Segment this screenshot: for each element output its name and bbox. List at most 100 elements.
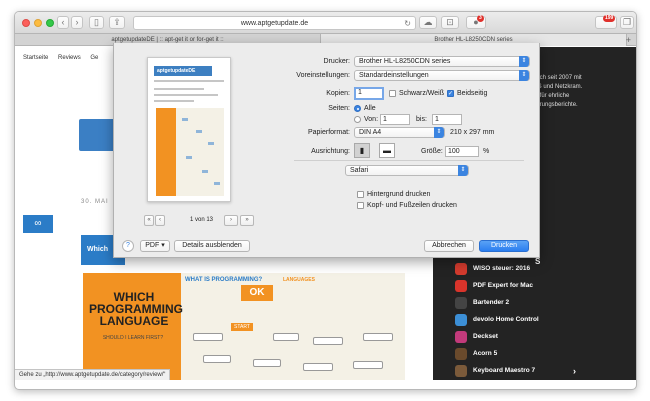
presets-select[interactable]: Standardeinstellungen ⇕	[354, 70, 530, 81]
print-button[interactable]: Drucken	[479, 240, 529, 252]
app-item-pdf-expert[interactable]: PDF Expert for Mac	[455, 280, 539, 297]
flow-node	[273, 333, 299, 341]
close-window-button[interactable]	[22, 19, 30, 27]
page-indicator: 1 von 13	[190, 217, 214, 223]
previous-page-button[interactable]: ‹	[155, 215, 165, 226]
separator	[294, 160, 524, 161]
flow-node	[193, 333, 223, 341]
preview-orange	[156, 108, 176, 196]
about-text: E] auch seit 2007 mit OS und Netzkram. d…	[533, 65, 633, 110]
portrait-button[interactable]: ▮	[354, 143, 370, 158]
app-section-select[interactable]: Safari ⇕	[345, 165, 469, 176]
downloads-button[interactable]: ⊡	[441, 16, 459, 29]
headers-checkbox[interactable]	[357, 202, 364, 209]
preview-infographic	[156, 108, 224, 196]
duplex-checkbox[interactable]: ✓	[447, 90, 454, 97]
address-text: www.aptgetupdate.de	[240, 20, 309, 27]
new-tab-button[interactable]: +	[626, 34, 631, 46]
preview-dot	[202, 170, 208, 173]
pages-from-field[interactable]: 1	[380, 114, 410, 125]
infographic-ok: OK	[241, 285, 273, 301]
cloud-icon: ☁	[423, 17, 433, 27]
pages-from-label: Von:	[364, 116, 379, 123]
pages-to-label: bis:	[416, 116, 427, 123]
pages-to-field[interactable]: 1	[432, 114, 462, 125]
tabs-icon: ❐	[622, 17, 632, 27]
address-bar[interactable]: www.aptgetupdate.de ↻	[133, 16, 416, 30]
hide-details-button[interactable]: Details ausblenden	[174, 240, 250, 252]
sidebar-toggle-button[interactable]: ▯	[89, 16, 104, 29]
help-button[interactable]: ?	[122, 240, 134, 252]
preview-pager: « ‹ 1 von 13 › »	[144, 215, 260, 227]
landscape-button[interactable]: ▬	[379, 143, 395, 158]
app-name: Keyboard Maestro 7	[473, 367, 536, 374]
last-page-button[interactable]: »	[240, 215, 254, 226]
pdf-menu-button[interactable]: PDF ▾	[140, 240, 170, 252]
first-page-button[interactable]: «	[144, 215, 154, 226]
preview-line	[154, 100, 194, 102]
app-icon	[455, 280, 467, 292]
print-dialog: aptgetupdateDE « ‹ 1 von 13 › » Drucker:…	[113, 43, 540, 258]
app-name: WISO steuer: 2016	[473, 265, 531, 272]
preview-line	[154, 94, 218, 96]
nav-reviews[interactable]: Reviews	[58, 55, 81, 61]
tab-overview-button[interactable]: ❐	[620, 16, 634, 29]
back-button[interactable]: ‹	[57, 16, 69, 29]
app-item-deckset[interactable]: Deckset	[455, 331, 539, 348]
app-icon	[455, 348, 467, 360]
app-item-bartender[interactable]: Bartender 2	[455, 297, 539, 314]
infographic-image[interactable]: WHICH PROGRAMMING LANGUAGE SHOULD I LEAR…	[83, 273, 405, 380]
app-item-wiso[interactable]: WISO steuer: 2016	[455, 263, 539, 280]
pages-all-radio[interactable]	[354, 105, 361, 112]
app-name: Bartender 2	[473, 299, 510, 306]
scale-label: Größe:	[421, 148, 443, 155]
bw-checkbox[interactable]	[389, 90, 396, 97]
printer-select[interactable]: Brother HL-L8250CDN series ⇕	[354, 56, 530, 67]
preview-dot	[196, 130, 202, 133]
infographic-title: WHICH PROGRAMMING LANGUAGE	[89, 290, 183, 328]
infinity-badge[interactable]: ∞	[23, 215, 53, 233]
paper-value: DIN A4	[359, 129, 382, 136]
flow-node	[353, 361, 383, 369]
mail-extension-button[interactable]: 199	[595, 15, 617, 29]
minimize-window-button[interactable]	[34, 19, 42, 27]
about-line: ahrungsberichte.	[533, 102, 578, 108]
cancel-button[interactable]: Abbrechen	[424, 240, 474, 252]
chevron-right-icon: ›	[75, 17, 79, 27]
nav-partial[interactable]: Ge	[90, 55, 98, 61]
chevron-right-icon[interactable]: ›	[573, 365, 576, 377]
chevron-updown-icon: ⇕	[434, 127, 444, 138]
reload-icon[interactable]: ↻	[404, 17, 411, 30]
forward-button[interactable]: ›	[71, 16, 83, 29]
background-checkbox[interactable]	[357, 191, 364, 198]
next-page-button[interactable]: ›	[224, 215, 238, 226]
app-icon	[455, 331, 467, 343]
infinity-icon: ∞	[34, 218, 42, 229]
app-item-devolo[interactable]: devolo Home Control	[455, 314, 539, 331]
chevron-left-icon: ‹	[61, 17, 65, 27]
duplex-label: Beidseitig	[457, 90, 488, 97]
extension-button[interactable]: ● 3	[466, 15, 486, 29]
copies-label: Kopien:	[326, 90, 350, 97]
pages-all-label: Alle	[364, 105, 376, 112]
flow-node	[313, 337, 343, 345]
app-name: devolo Home Control	[473, 316, 539, 323]
preview-line	[154, 88, 204, 90]
print-preview: aptgetupdateDE	[147, 57, 231, 202]
printer-label: Drucker:	[323, 58, 350, 65]
app-item-keyboard-maestro[interactable]: Keyboard Maestro 7 ›	[455, 365, 576, 380]
paper-select[interactable]: DIN A4 ⇕	[354, 127, 445, 138]
app-item-acorn[interactable]: Acorn 5	[455, 348, 539, 365]
chevron-updown-icon: ⇕	[519, 56, 529, 67]
cloud-tabs-button[interactable]: ☁	[419, 16, 437, 29]
chevron-down-icon: ▾	[161, 242, 165, 249]
copies-field[interactable]: 1	[354, 87, 384, 100]
zoom-window-button[interactable]	[46, 19, 54, 27]
nav-startseite[interactable]: Startseite	[23, 55, 48, 61]
pages-range-radio[interactable]	[354, 116, 361, 123]
scale-field[interactable]: 100	[445, 146, 479, 157]
presets-label: Voreinstellungen:	[296, 72, 350, 79]
pdf-label: PDF	[145, 242, 160, 249]
flow-node	[363, 333, 393, 341]
share-button[interactable]: ⇪	[109, 16, 125, 29]
